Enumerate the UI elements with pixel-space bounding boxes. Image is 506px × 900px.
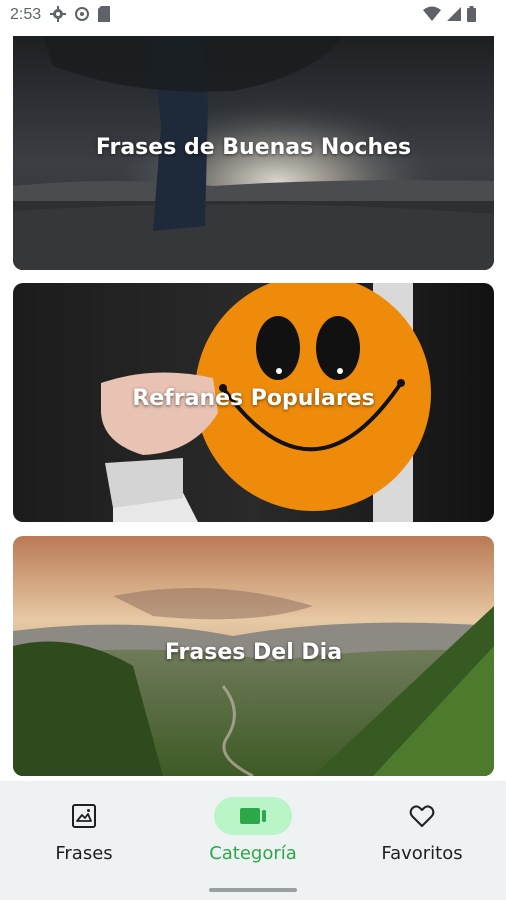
nav-item-frases[interactable]: Frases bbox=[0, 781, 168, 881]
category-title: Frases Del Dia bbox=[164, 640, 343, 665]
nav-icon-pill bbox=[214, 797, 292, 835]
status-bar: 2:53 bbox=[0, 0, 506, 32]
category-card-icon bbox=[240, 808, 266, 824]
nav-label-favoritos: Favoritos bbox=[381, 843, 463, 864]
wifi-icon bbox=[423, 6, 441, 21]
nav-label-categoria: Categoría bbox=[209, 843, 297, 864]
category-card-refranes[interactable]: Refranes Populares bbox=[13, 283, 494, 522]
settings-icon bbox=[50, 6, 66, 22]
status-icons-right bbox=[423, 6, 476, 22]
image-frame-icon bbox=[72, 804, 96, 828]
category-title: Frases de Buenas Noches bbox=[95, 135, 412, 160]
category-title: Refranes Populares bbox=[132, 386, 375, 411]
bottom-navigation: Frases Categoría Favoritos bbox=[0, 781, 506, 900]
home-indicator[interactable] bbox=[209, 888, 297, 892]
category-card-buenas-noches[interactable]: Frases de Buenas Noches bbox=[13, 36, 494, 270]
nav-icon-container bbox=[45, 797, 123, 835]
sd-card-icon bbox=[98, 6, 110, 22]
status-time: 2:53 bbox=[10, 6, 42, 23]
category-card-del-dia[interactable]: Frases Del Dia bbox=[13, 536, 494, 776]
nav-item-categoria[interactable]: Categoría bbox=[169, 781, 337, 881]
battery-icon bbox=[467, 6, 476, 22]
nav-icon-container bbox=[383, 797, 461, 835]
heart-icon bbox=[409, 805, 435, 827]
gear-alt-icon bbox=[75, 7, 89, 21]
nav-item-favoritos[interactable]: Favoritos bbox=[338, 781, 506, 881]
status-icons-left bbox=[50, 6, 110, 22]
signal-icon bbox=[447, 7, 461, 21]
nav-label-frases: Frases bbox=[55, 843, 113, 864]
